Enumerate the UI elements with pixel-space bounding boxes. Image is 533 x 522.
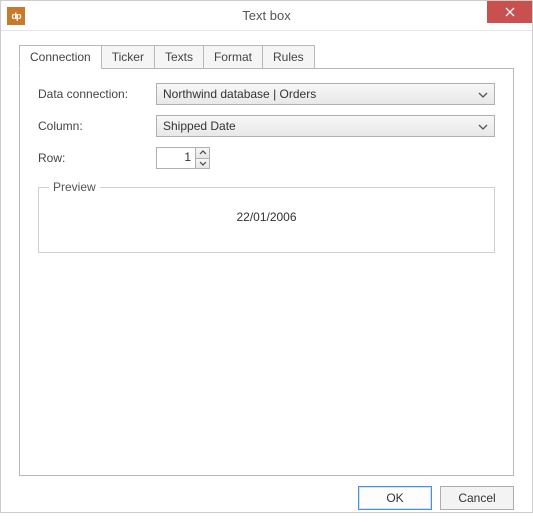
tab-connection[interactable]: Connection	[19, 45, 102, 69]
dialog-content: Connection Ticker Texts Format Rules Dat…	[1, 31, 532, 522]
label-row: Row:	[38, 151, 156, 165]
preview-group: Preview 22/01/2006	[38, 187, 495, 253]
combo-data-connection-value: Northwind database | Orders	[163, 87, 316, 101]
ok-button[interactable]: OK	[358, 486, 432, 510]
row-row: Row: 1	[38, 147, 495, 169]
spinner-row-down[interactable]	[196, 159, 209, 169]
spinner-row-value: 1	[157, 148, 195, 168]
chevron-down-icon	[478, 92, 488, 98]
tab-rules[interactable]: Rules	[262, 45, 315, 69]
window-title: Text box	[1, 8, 532, 23]
row-column: Column: Shipped Date	[38, 115, 495, 137]
cancel-button[interactable]: Cancel	[440, 486, 514, 510]
titlebar: dp Text box	[1, 1, 532, 31]
label-data-connection: Data connection:	[38, 87, 156, 101]
combo-column[interactable]: Shipped Date	[156, 115, 495, 137]
preview-legend: Preview	[49, 180, 100, 194]
close-icon	[505, 7, 515, 17]
spinner-row-buttons	[195, 148, 209, 168]
close-button[interactable]	[487, 1, 532, 23]
row-data-connection: Data connection: Northwind database | Or…	[38, 83, 495, 105]
combo-data-connection[interactable]: Northwind database | Orders	[156, 83, 495, 105]
chevron-down-icon	[199, 161, 207, 166]
chevron-up-icon	[199, 150, 207, 155]
spinner-row-up[interactable]	[196, 148, 209, 159]
tab-texts[interactable]: Texts	[154, 45, 204, 69]
dialog-buttons: OK Cancel	[19, 486, 514, 510]
preview-value: 22/01/2006	[49, 206, 484, 224]
tab-format[interactable]: Format	[203, 45, 263, 69]
tab-ticker[interactable]: Ticker	[101, 45, 155, 69]
spinner-row[interactable]: 1	[156, 147, 210, 169]
combo-column-value: Shipped Date	[163, 119, 236, 133]
chevron-down-icon	[478, 124, 488, 130]
app-icon: dp	[7, 7, 25, 25]
label-column: Column:	[38, 119, 156, 133]
tab-strip: Connection Ticker Texts Format Rules	[19, 45, 514, 69]
tab-panel-connection: Data connection: Northwind database | Or…	[19, 68, 514, 476]
